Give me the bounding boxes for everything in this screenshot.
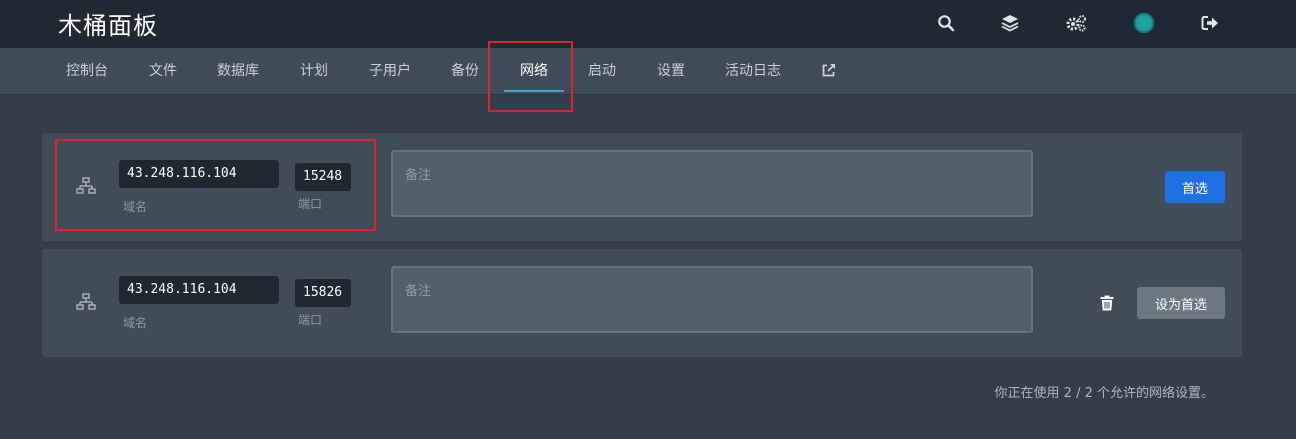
tab-startup[interactable]: 启动 <box>588 48 616 94</box>
tab-databases[interactable]: 数据库 <box>217 48 259 94</box>
top-bar: 木桶面板 <box>0 0 1296 48</box>
avatar-image <box>1134 13 1154 33</box>
highlight-box-network-tab <box>488 41 573 112</box>
tab-backups[interactable]: 备份 <box>451 48 479 94</box>
port-value: 15826 <box>295 279 351 307</box>
port-label: 端口 <box>298 313 323 327</box>
sub-navigation: 控制台 文件 数据库 计划 子用户 备份 网络 启动 设置 活动日志 <box>0 48 1296 95</box>
external-link-icon[interactable] <box>821 63 836 79</box>
tab-settings[interactable]: 设置 <box>657 48 685 94</box>
app-title: 木桶面板 <box>58 12 158 40</box>
layers-icon[interactable] <box>998 11 1022 35</box>
set-primary-button[interactable]: 设为首选 <box>1137 287 1225 319</box>
highlight-box-allocation <box>55 139 376 231</box>
notes-input[interactable] <box>393 152 1031 215</box>
primary-button[interactable]: 首选 <box>1165 171 1225 203</box>
notes-field[interactable] <box>391 266 1033 333</box>
host-value: 43.248.116.104 <box>119 276 279 304</box>
tab-activity-log[interactable]: 活动日志 <box>725 48 781 94</box>
cogs-icon[interactable] <box>1064 11 1088 35</box>
tab-schedules[interactable]: 计划 <box>300 48 328 94</box>
tab-subusers[interactable]: 子用户 <box>369 48 411 94</box>
allocation-card: 43.248.116.104 域名 15826 端口 设为首选 <box>42 249 1242 357</box>
host-label: 域名 <box>123 316 148 330</box>
logout-icon[interactable] <box>1198 11 1222 35</box>
tab-files[interactable]: 文件 <box>149 48 177 94</box>
notes-field[interactable] <box>391 150 1033 217</box>
avatar[interactable] <box>1132 11 1156 35</box>
notes-input[interactable] <box>393 268 1031 331</box>
network-icon <box>76 293 96 310</box>
tab-console[interactable]: 控制台 <box>66 48 108 94</box>
allocation-usage-text: 你正在使用 2 / 2 个允许的网络设置。 <box>994 386 1214 401</box>
trash-icon[interactable] <box>1100 295 1114 311</box>
search-icon[interactable] <box>934 11 958 35</box>
